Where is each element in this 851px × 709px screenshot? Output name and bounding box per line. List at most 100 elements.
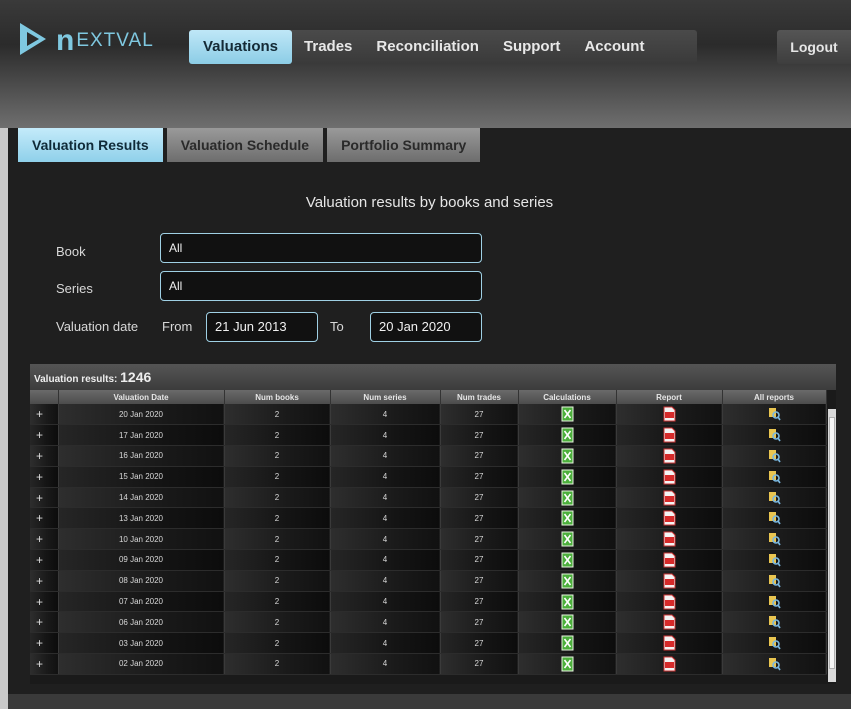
excel-file-icon[interactable] — [561, 427, 574, 443]
col-valuation-date[interactable]: Valuation Date — [58, 390, 225, 404]
search-reports-icon[interactable] — [768, 429, 781, 442]
table-row[interactable]: +17 Jan 2020 2 4 27 — [30, 424, 827, 447]
nav-trades[interactable]: Trades — [292, 30, 364, 64]
excel-file-icon[interactable] — [561, 614, 574, 630]
pdf-file-icon[interactable] — [663, 510, 676, 526]
excel-file-icon[interactable] — [561, 490, 574, 506]
excel-file-icon[interactable] — [561, 448, 574, 464]
pdf-file-icon[interactable] — [663, 614, 676, 630]
pdf-file-icon[interactable] — [663, 594, 676, 610]
expand-row-icon[interactable]: + — [30, 487, 59, 509]
table-row[interactable]: +13 Jan 2020 2 4 27 — [30, 507, 827, 530]
cell-calculations — [518, 528, 617, 551]
pdf-file-icon[interactable] — [663, 552, 676, 568]
table-row[interactable]: +03 Jan 2020 2 4 27 — [30, 632, 827, 655]
to-date-field[interactable]: 20 Jan 2020 — [370, 312, 482, 342]
table-row[interactable]: +10 Jan 2020 2 4 27 — [30, 528, 827, 551]
from-label: From — [162, 319, 193, 334]
pdf-file-icon[interactable] — [663, 427, 676, 443]
pdf-file-icon[interactable] — [663, 448, 676, 464]
search-reports-icon[interactable] — [768, 637, 781, 650]
from-date-field[interactable]: 21 Jun 2013 — [206, 312, 318, 342]
pdf-file-icon[interactable] — [663, 531, 676, 547]
tab-portfolio-summary[interactable]: Portfolio Summary — [327, 128, 481, 162]
excel-file-icon[interactable] — [561, 552, 574, 568]
col-all-reports[interactable]: All reports — [722, 390, 827, 404]
results-scrollbar[interactable] — [828, 409, 836, 682]
table-row[interactable]: +02 Jan 2020 2 4 27 — [30, 653, 827, 675]
pdf-file-icon[interactable] — [663, 635, 676, 651]
table-row[interactable]: +16 Jan 2020 2 4 27 — [30, 445, 827, 467]
pdf-file-icon[interactable] — [663, 656, 676, 672]
col-num-series[interactable]: Num series — [330, 390, 441, 404]
cell-valuation-date: 07 Jan 2020 — [58, 591, 225, 613]
expand-row-icon[interactable]: + — [30, 549, 59, 571]
search-reports-icon[interactable] — [768, 657, 781, 671]
expand-row-icon[interactable]: + — [30, 445, 59, 467]
cell-report — [616, 487, 723, 509]
cell-all-reports — [722, 570, 827, 592]
table-row[interactable]: +09 Jan 2020 2 4 27 — [30, 549, 827, 571]
tab-valuation-results[interactable]: Valuation Results — [18, 128, 163, 162]
table-row[interactable]: +08 Jan 2020 2 4 27 — [30, 570, 827, 592]
col-calculations[interactable]: Calculations — [518, 390, 617, 404]
cell-all-reports — [722, 445, 827, 467]
expand-row-icon[interactable]: + — [30, 632, 59, 655]
expand-row-icon[interactable]: + — [30, 528, 59, 551]
expand-row-icon[interactable]: + — [30, 424, 59, 447]
expand-row-icon[interactable]: + — [30, 591, 59, 613]
search-reports-icon[interactable] — [768, 470, 781, 484]
pdf-file-icon[interactable] — [663, 406, 676, 422]
cell-report — [616, 404, 723, 426]
cell-calculations — [518, 591, 617, 613]
cell-num-trades: 27 — [440, 591, 519, 613]
excel-file-icon[interactable] — [561, 594, 574, 610]
logout-button[interactable]: Logout — [777, 30, 851, 64]
expand-row-icon[interactable]: + — [30, 507, 59, 530]
expand-row-icon[interactable]: + — [30, 570, 59, 592]
col-report[interactable]: Report — [616, 390, 723, 404]
cell-num-books: 2 — [224, 549, 331, 571]
cell-valuation-date: 09 Jan 2020 — [58, 549, 225, 571]
search-reports-icon[interactable] — [768, 512, 781, 525]
table-row[interactable]: +06 Jan 2020 2 4 27 — [30, 611, 827, 634]
pdf-file-icon[interactable] — [663, 490, 676, 506]
excel-file-icon[interactable] — [561, 510, 574, 526]
search-reports-icon[interactable] — [768, 616, 781, 629]
search-reports-icon[interactable] — [768, 574, 781, 588]
tab-valuation-schedule[interactable]: Valuation Schedule — [166, 128, 324, 162]
book-field[interactable]: All — [160, 233, 482, 263]
sub-tabs: Valuation Results Valuation Schedule Por… — [18, 128, 484, 162]
expand-row-icon[interactable]: + — [30, 611, 59, 634]
excel-file-icon[interactable] — [561, 406, 574, 422]
nav-reconciliation[interactable]: Reconciliation — [364, 30, 491, 64]
expand-row-icon[interactable]: + — [30, 404, 59, 426]
search-reports-icon[interactable] — [768, 533, 781, 546]
expand-row-icon[interactable]: + — [30, 466, 59, 488]
table-row[interactable]: +15 Jan 2020 2 4 27 — [30, 466, 827, 488]
pdf-file-icon[interactable] — [663, 469, 676, 485]
pdf-file-icon[interactable] — [663, 573, 676, 589]
table-row[interactable]: +20 Jan 2020 2 4 27 — [30, 404, 827, 426]
col-num-books[interactable]: Num books — [224, 390, 331, 404]
nextval-logo[interactable]: nEXTVAL — [14, 20, 154, 60]
search-reports-icon[interactable] — [768, 408, 781, 421]
scroll-thumb[interactable] — [829, 417, 835, 669]
excel-file-icon[interactable] — [561, 573, 574, 589]
col-num-trades[interactable]: Num trades — [440, 390, 519, 404]
nav-support[interactable]: Support — [491, 30, 573, 64]
table-row[interactable]: +07 Jan 2020 2 4 27 — [30, 591, 827, 613]
excel-file-icon[interactable] — [561, 531, 574, 547]
search-reports-icon[interactable] — [768, 553, 781, 567]
excel-file-icon[interactable] — [561, 635, 574, 651]
excel-file-icon[interactable] — [561, 656, 574, 672]
table-row[interactable]: +14 Jan 2020 2 4 27 — [30, 487, 827, 509]
search-reports-icon[interactable] — [768, 449, 781, 463]
search-reports-icon[interactable] — [768, 595, 781, 609]
excel-file-icon[interactable] — [561, 469, 574, 485]
expand-row-icon[interactable]: + — [30, 653, 59, 675]
search-reports-icon[interactable] — [768, 491, 781, 505]
nav-valuations[interactable]: Valuations — [189, 30, 293, 64]
series-field[interactable]: All — [160, 271, 482, 301]
nav-account[interactable]: Account — [572, 30, 656, 64]
